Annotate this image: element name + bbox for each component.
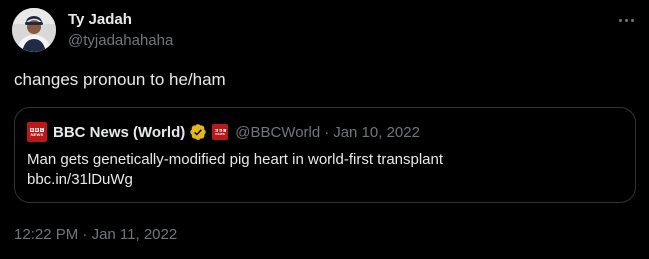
avatar-image — [12, 8, 56, 52]
quoted-tweet-text: Man gets genetically-modified pig heart … — [27, 151, 444, 168]
more-options-button[interactable] — [612, 10, 640, 30]
author-handle[interactable]: @tyjadahahaha — [68, 32, 173, 49]
verified-badge-icon — [190, 124, 206, 140]
author-avatar[interactable] — [12, 8, 56, 52]
quoted-tweet-header: B B C NEWS BBC News (World) B B C NEWS @… — [27, 122, 420, 142]
bbc-logo-subtext: NEWS — [215, 132, 226, 136]
bbc-news-avatar[interactable]: B B C NEWS — [27, 122, 47, 142]
quoted-author-handle: @BBCWorld — [235, 123, 321, 141]
quoted-tweet-body: Man gets genetically-modified pig heart … — [27, 150, 627, 190]
tweet-date: Jan 11, 2022 — [91, 226, 178, 243]
separator-dot: · — [82, 226, 88, 243]
bbc-affiliate-icon: B B C NEWS — [212, 124, 229, 140]
author-name[interactable]: Ty Jadah — [68, 11, 132, 28]
tweet-time: 12:22 PM — [14, 226, 79, 243]
quoted-tweet-date: Jan 10, 2022 — [333, 123, 420, 141]
more-horizontal-icon — [630, 18, 634, 22]
tweet-timestamp[interactable]: 12:22 PM · Jan 11, 2022 — [14, 226, 177, 243]
more-horizontal-icon — [624, 18, 628, 22]
bbc-logo-subtext: NEWS — [30, 132, 44, 137]
separator-dot: · — [324, 123, 330, 141]
more-horizontal-icon — [618, 18, 622, 22]
quoted-author-name: BBC News (World) — [53, 123, 186, 141]
tweet-text: changes pronoun to he/ham — [14, 70, 226, 89]
quoted-tweet[interactable]: B B C NEWS BBC News (World) B B C NEWS @… — [14, 107, 636, 203]
quoted-tweet-link: bbc.in/31lDuWg — [27, 171, 133, 188]
